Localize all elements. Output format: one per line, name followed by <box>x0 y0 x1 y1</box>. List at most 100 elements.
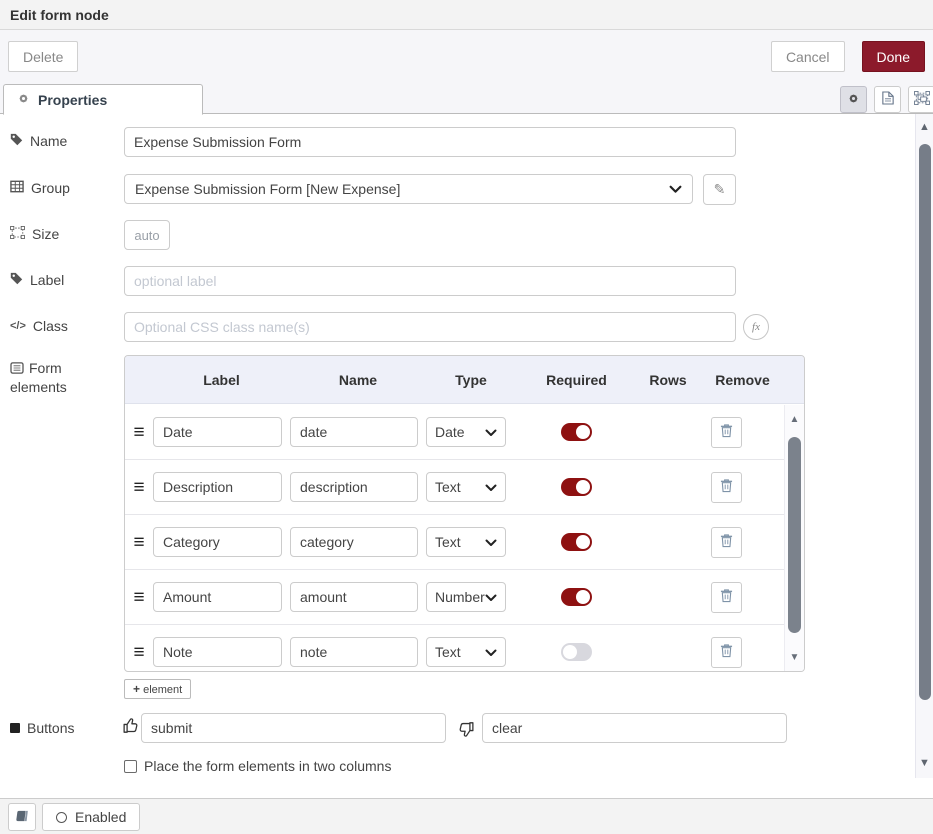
column-name: Name <box>290 372 426 388</box>
drag-handle-icon[interactable]: ≡ <box>133 423 144 442</box>
name-field-label: Name <box>10 133 67 149</box>
element-name-input[interactable] <box>290 637 418 667</box>
element-name-input[interactable] <box>290 582 418 612</box>
form-element-row-note: ≡ Text <box>125 625 785 672</box>
column-type: Type <box>426 372 516 388</box>
enabled-label: Enabled <box>75 809 126 825</box>
pencil-icon: ✎ <box>714 181 726 197</box>
element-label-input[interactable] <box>153 637 282 667</box>
chevron-down-icon <box>485 534 497 550</box>
element-label-input[interactable] <box>153 472 282 502</box>
panel-scrollbar[interactable]: ▲ ▼ <box>915 114 933 778</box>
table-scrollbar-thumb[interactable] <box>788 437 801 633</box>
column-rows: Rows <box>637 372 699 388</box>
toolbar-right-group: Cancel Done <box>771 41 925 72</box>
node-description-button[interactable] <box>874 86 901 113</box>
form-elements-rows: ≡ Date ≡ Text <box>125 405 785 672</box>
delete-element-button[interactable] <box>711 417 742 448</box>
edit-group-button[interactable]: ✎ <box>703 174 736 205</box>
scroll-down-icon[interactable]: ▼ <box>916 756 933 770</box>
group-field-label: Group <box>10 180 70 196</box>
element-type-select[interactable]: Date <box>426 417 506 447</box>
element-type-select[interactable]: Text <box>426 472 506 502</box>
gear-icon <box>17 92 30 108</box>
drag-handle-icon[interactable]: ≡ <box>133 478 144 497</box>
cancel-button[interactable]: Cancel <box>771 41 845 72</box>
code-icon: </> <box>10 320 26 332</box>
list-icon <box>10 360 29 376</box>
table-scrollbar[interactable]: ▲ ▼ <box>784 405 804 672</box>
chevron-down-icon <box>485 424 497 440</box>
tab-properties[interactable]: Properties <box>3 84 203 115</box>
label-input[interactable] <box>124 266 736 296</box>
dialog-title: Edit form node <box>10 7 109 23</box>
dialog-header: Edit form node <box>0 0 933 30</box>
element-type-select[interactable]: Number <box>426 582 506 612</box>
chevron-down-icon <box>485 479 497 495</box>
trash-icon <box>720 588 733 606</box>
delete-button[interactable]: Delete <box>8 41 78 72</box>
size-field-label: Size <box>10 226 59 242</box>
delete-element-button[interactable] <box>711 637 742 668</box>
two-columns-checkbox[interactable] <box>124 760 137 773</box>
node-enabled-toggle[interactable]: Enabled <box>42 803 140 831</box>
editor-tabbar: Properties <box>0 84 933 114</box>
node-help-button[interactable] <box>8 803 36 831</box>
drag-handle-icon[interactable]: ≡ <box>133 643 144 662</box>
done-button[interactable]: Done <box>862 41 925 72</box>
group-select[interactable]: Expense Submission Form [New Expense] <box>124 174 693 204</box>
element-type-select[interactable]: Text <box>426 637 506 667</box>
clear-button-label-input[interactable] <box>482 713 787 743</box>
dialog-toolbar: Delete Cancel Done <box>0 30 933 84</box>
tag-icon <box>10 272 23 288</box>
submit-button-label-input[interactable] <box>141 713 446 743</box>
edit-form-node-dialog: Edit form node Delete Cancel Done Proper… <box>0 0 933 834</box>
scroll-down-icon[interactable]: ▼ <box>785 651 804 665</box>
required-toggle[interactable] <box>561 643 592 661</box>
class-input[interactable] <box>124 312 736 342</box>
circle-icon <box>56 812 67 823</box>
tab-properties-label: Properties <box>38 92 107 108</box>
element-name-input[interactable] <box>290 527 418 557</box>
book-icon <box>15 809 29 825</box>
properties-panel: Name Group Expense Submission Form [New … <box>0 114 933 798</box>
form-elements-header: Label Name Type Required Rows Remove <box>125 356 805 404</box>
chevron-down-icon <box>669 181 682 197</box>
delete-element-button[interactable] <box>711 527 742 558</box>
delete-element-button[interactable] <box>711 582 742 613</box>
form-element-row-description: ≡ Text <box>125 460 785 515</box>
drag-handle-icon[interactable]: ≡ <box>133 533 144 552</box>
column-label: Label <box>153 372 290 388</box>
drag-handle-icon[interactable]: ≡ <box>133 588 144 607</box>
form-elements-field-label: Form elements <box>10 359 102 397</box>
node-properties-button[interactable] <box>840 86 867 113</box>
element-label-input[interactable] <box>153 417 282 447</box>
two-columns-row: Place the form elements in two columns <box>124 758 391 774</box>
trash-icon <box>720 533 733 551</box>
add-element-button[interactable]: + element <box>124 679 191 699</box>
required-toggle[interactable] <box>561 423 592 441</box>
node-appearance-button[interactable] <box>908 86 933 113</box>
delete-element-button[interactable] <box>711 472 742 503</box>
object-group-icon <box>10 226 25 242</box>
two-columns-label: Place the form elements in two columns <box>144 758 391 774</box>
scroll-up-icon[interactable]: ▲ <box>916 120 933 134</box>
element-label-input[interactable] <box>153 527 282 557</box>
required-toggle[interactable] <box>561 588 592 606</box>
form-element-row-category: ≡ Text <box>125 515 785 570</box>
thumbs-down-icon <box>458 721 475 741</box>
required-toggle[interactable] <box>561 478 592 496</box>
chevron-down-icon <box>485 589 497 605</box>
class-field-label: </> Class <box>10 318 68 334</box>
element-name-input[interactable] <box>290 472 418 502</box>
required-toggle[interactable] <box>561 533 592 551</box>
element-label-input[interactable] <box>153 582 282 612</box>
name-input[interactable] <box>124 127 736 157</box>
size-button[interactable]: auto <box>124 220 170 250</box>
form-element-row-date: ≡ Date <box>125 405 785 460</box>
element-type-select[interactable]: Text <box>426 527 506 557</box>
panel-scrollbar-thumb[interactable] <box>919 144 931 700</box>
fx-button[interactable]: fx <box>743 314 769 340</box>
element-name-input[interactable] <box>290 417 418 447</box>
scroll-up-icon[interactable]: ▲ <box>785 413 804 427</box>
